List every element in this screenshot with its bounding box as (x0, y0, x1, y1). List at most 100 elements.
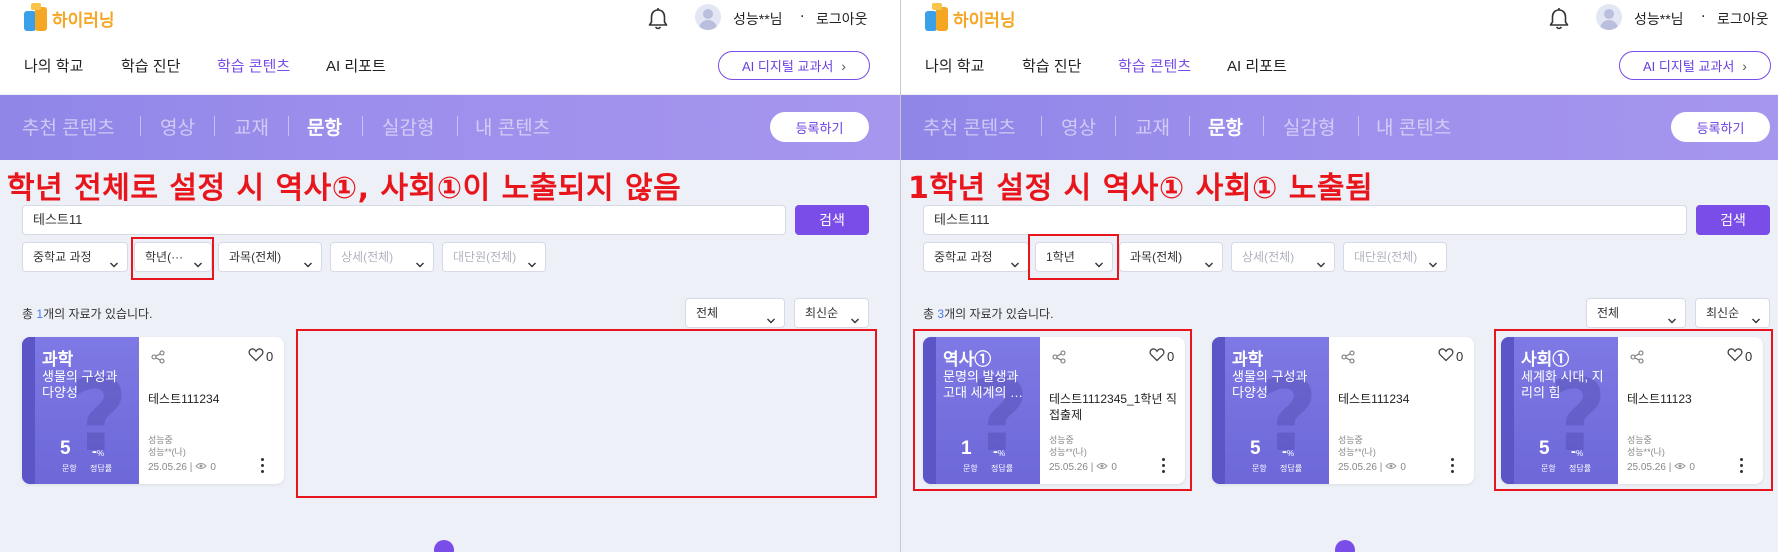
nav-item-2[interactable]: 학습 콘텐츠 (1118, 55, 1191, 76)
avatar[interactable] (695, 4, 721, 30)
card-cover: ? 역사① 문명의 발생과 고대 세계의 … 1 -% 문항 정답률 (923, 337, 1040, 484)
item-count-label: 문항 (62, 464, 77, 473)
logout-link[interactable]: 로그아웃 (1717, 9, 1769, 29)
content-card[interactable]: ? 과학 생물의 구성과 다양성 5 -% 문항 정답률 0 테스트111234 성능중 성능**(… (1212, 337, 1474, 484)
filter-select-2[interactable]: 과목(전체) (1119, 242, 1223, 272)
nav-item-0[interactable]: 나의 학교 (925, 55, 984, 76)
sort-select[interactable]: 최신순 (1695, 298, 1770, 328)
search-input[interactable]: 테스트111 (923, 205, 1687, 235)
chevron-down-icon (1667, 308, 1677, 324)
more-menu-icon[interactable] (1737, 457, 1747, 475)
card-title: 문명의 발생과 고대 세계의 … (943, 369, 1024, 400)
pagination-current[interactable] (434, 540, 454, 552)
share-icon[interactable] (151, 349, 165, 364)
like-button[interactable]: 0 (248, 347, 273, 365)
item-count-label: 문항 (1252, 464, 1267, 473)
tab-1[interactable]: 영상 (1061, 113, 1096, 140)
separator-dot: · (1701, 9, 1706, 25)
bell-icon[interactable] (647, 7, 669, 31)
filter-select-1[interactable]: 1학년 (1035, 242, 1113, 272)
count-prefix: 총 (22, 307, 37, 321)
sort-value: 최신순 (1706, 306, 1740, 320)
filter-select-1[interactable]: 학년(··· (134, 242, 212, 272)
more-menu-icon[interactable] (1448, 457, 1458, 475)
user-name[interactable]: 성능**님 (733, 9, 783, 29)
share-icon[interactable] (1630, 349, 1644, 364)
ai-textbook-button[interactable]: AI 디지털 교과서 › (1619, 51, 1771, 80)
nav-item-3[interactable]: AI 리포트 (1227, 55, 1287, 76)
logo-text: 하이러닝 (52, 10, 115, 30)
heart-icon (1149, 347, 1165, 365)
scope-select[interactable]: 전체 (685, 298, 785, 328)
card-name: 테스트11123 (1627, 392, 1692, 406)
filter-select-4[interactable]: 대단원(전체) (442, 242, 546, 272)
search-input[interactable]: 테스트11 (22, 205, 786, 235)
user-name[interactable]: 성능**님 (1634, 9, 1684, 29)
logo[interactable]: 하이러닝 (925, 3, 1016, 33)
card-cover: ? 사회① 세계화 시대, 지리의 힘 5 -% 문항 정답률 (1501, 337, 1618, 484)
register-button[interactable]: 등록하기 (1671, 112, 1770, 142)
content-card[interactable]: ? 역사① 문명의 발생과 고대 세계의 … 1 -% 문항 정답률 0 테스트1112345_… (923, 337, 1185, 484)
tab-divider (1263, 116, 1264, 136)
nav-item-3[interactable]: AI 리포트 (326, 55, 386, 76)
nav-item-1[interactable]: 학습 진단 (121, 55, 180, 76)
tab-1[interactable]: 영상 (160, 113, 195, 140)
like-button[interactable]: 0 (1727, 347, 1752, 365)
filter-select-2[interactable]: 과목(전체) (218, 242, 322, 272)
tab-3[interactable]: 문항 (307, 113, 342, 140)
nav-item-2[interactable]: 학습 콘텐츠 (217, 55, 290, 76)
left-panel: 하이러닝 성능**님 · 로그아웃나의 학교 학습 진단 학습 콘텐츠 AI 리포트 AI 디… (0, 0, 900, 552)
logout-link[interactable]: 로그아웃 (816, 9, 868, 29)
like-button[interactable]: 0 (1438, 347, 1463, 365)
right-panel: 하이러닝 성능**님 · 로그아웃나의 학교 학습 진단 학습 콘텐츠 AI 리포트 AI 디… (901, 0, 1778, 552)
card-date-text: 25.05.26 | (1049, 462, 1094, 473)
card-subject: 과학 (42, 350, 74, 369)
search-button[interactable]: 검색 (795, 205, 869, 235)
bell-icon[interactable] (1548, 7, 1570, 31)
nav-item-0[interactable]: 나의 학교 (24, 55, 83, 76)
sort-value: 최신순 (805, 306, 839, 320)
filter-select-0[interactable]: 중학교 과정 (22, 242, 128, 272)
avatar[interactable] (1596, 4, 1622, 30)
tab-4[interactable]: 실감형 (382, 113, 434, 140)
chevron-down-icon (1010, 252, 1020, 268)
tab-3[interactable]: 문항 (1208, 113, 1243, 140)
logo-text: 하이러닝 (953, 10, 1016, 30)
more-menu-icon[interactable] (258, 457, 268, 475)
more-menu-icon[interactable] (1159, 457, 1169, 475)
content-card[interactable]: ? 사회① 세계화 시대, 지리의 힘 5 -% 문항 정답률 0 테스트11123 성능중 성능*… (1501, 337, 1763, 484)
ai-textbook-button[interactable]: AI 디지털 교과서 › (718, 51, 870, 80)
card-date: 25.05.26 | 0 (1049, 462, 1117, 473)
tab-2[interactable]: 교재 (234, 113, 269, 140)
tab-0[interactable]: 추천 콘텐츠 (923, 113, 1016, 140)
scope-select[interactable]: 전체 (1586, 298, 1686, 328)
card-date-text: 25.05.26 | (1338, 462, 1383, 473)
share-icon[interactable] (1341, 349, 1355, 364)
nav-item-1[interactable]: 학습 진단 (1022, 55, 1081, 76)
tab-5[interactable]: 내 콘텐츠 (475, 113, 550, 140)
separator-dot: · (800, 9, 805, 25)
chevron-down-icon (850, 308, 860, 324)
card-spine (22, 337, 35, 484)
content-card[interactable]: ? 과학 생물의 구성과 다양성 5 -% 문항 정답률 0 테스트111234 성능중 성능**(… (22, 337, 284, 484)
share-icon[interactable] (1052, 349, 1066, 364)
tab-0[interactable]: 추천 콘텐츠 (22, 113, 115, 140)
tab-4[interactable]: 실감형 (1283, 113, 1335, 140)
pagination-current[interactable] (1335, 540, 1355, 552)
search-button[interactable]: 검색 (1696, 205, 1770, 235)
logo[interactable]: 하이러닝 (24, 3, 115, 33)
tab-5[interactable]: 내 콘텐츠 (1376, 113, 1451, 140)
register-button[interactable]: 등록하기 (770, 112, 869, 142)
filter-select-0[interactable]: 중학교 과정 (923, 242, 1029, 272)
filter-select-3[interactable]: 상세(전체) (330, 242, 434, 272)
filter-select-4[interactable]: 대단원(전체) (1343, 242, 1447, 272)
tab-2[interactable]: 교재 (1135, 113, 1170, 140)
correct-rate: -% (1282, 443, 1294, 460)
chevron-down-icon (415, 252, 425, 268)
chevron-down-icon (193, 252, 203, 268)
chevron-right-icon: › (1742, 57, 1747, 74)
sort-select[interactable]: 최신순 (794, 298, 869, 328)
filter-select-3[interactable]: 상세(전체) (1231, 242, 1335, 272)
tab-divider (362, 116, 363, 136)
like-button[interactable]: 0 (1149, 347, 1174, 365)
